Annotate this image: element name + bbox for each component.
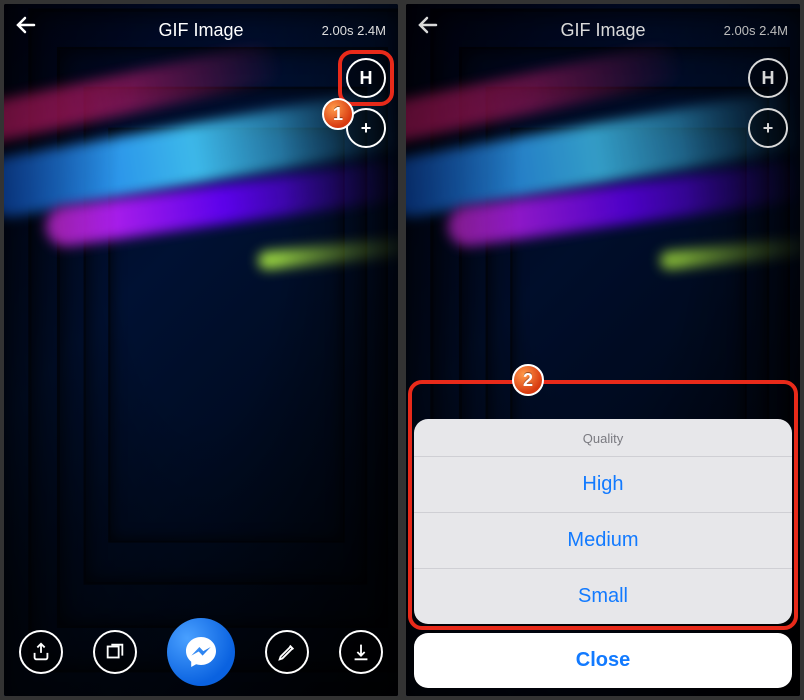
- edit-button[interactable]: [265, 630, 309, 674]
- download-icon: [350, 641, 372, 663]
- back-button[interactable]: [4, 12, 48, 48]
- download-button[interactable]: [339, 630, 383, 674]
- share-button[interactable]: [19, 630, 63, 674]
- sheet-title: Quality: [414, 419, 792, 456]
- sheet-close-button[interactable]: Close: [414, 633, 792, 688]
- quality-option-high[interactable]: High: [414, 456, 792, 512]
- screen-left: GIF Image 2.00s 2.4M H + 1: [4, 4, 398, 696]
- header: GIF Image 2.00s 2.4M: [4, 12, 398, 48]
- callout-badge-1: 1: [322, 98, 354, 130]
- file-size: 2.4M: [357, 23, 386, 38]
- quality-sheet: Quality High Medium Small: [414, 419, 792, 624]
- pencil-icon: [276, 641, 298, 663]
- layers-button[interactable]: [93, 630, 137, 674]
- toolbar: [4, 618, 398, 686]
- quality-option-small[interactable]: Small: [414, 568, 792, 624]
- duration: 2.00s: [322, 23, 354, 38]
- messenger-button[interactable]: [167, 618, 235, 686]
- quality-option-medium[interactable]: Medium: [414, 512, 792, 568]
- file-meta: 2.00s 2.4M: [322, 23, 386, 38]
- layers-icon: [104, 641, 126, 663]
- quality-button[interactable]: H: [346, 58, 386, 98]
- screen-right: GIF Image 2.00s 2.4M H + Quality High Me…: [406, 4, 800, 696]
- messenger-icon: [183, 634, 219, 670]
- callout-badge-2: 2: [512, 364, 544, 396]
- share-icon: [30, 641, 52, 663]
